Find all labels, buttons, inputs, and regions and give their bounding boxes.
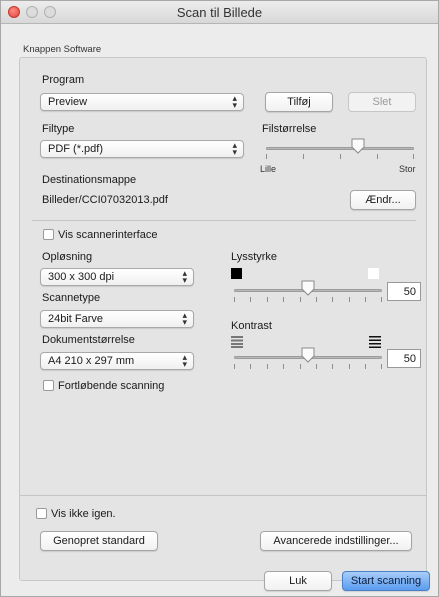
filetype-selected: PDF (*.pdf): [48, 143, 104, 155]
destination-path: Billeder/CCI07032013.pdf: [42, 194, 168, 206]
popup-arrows-icon: ▴ ▾: [182, 352, 187, 369]
filesize-slider-track[interactable]: [266, 147, 414, 150]
checkbox-box[interactable]: [43, 229, 54, 240]
brightness-slider-ticks: [234, 297, 382, 303]
filesize-slider-ticks: [266, 154, 414, 160]
slider-thumb-icon[interactable]: [351, 138, 365, 154]
add-program-button[interactable]: Tilføj: [265, 92, 333, 112]
continuous-scan-checkbox[interactable]: Fortløbende scanning: [43, 380, 164, 394]
brightness-value-field[interactable]: 50: [387, 282, 421, 301]
contrast-low-icon: [231, 336, 243, 348]
title-bar: Scan til Billede: [1, 1, 438, 24]
continuous-scan-label: Fortløbende scanning: [58, 380, 165, 392]
delete-program-button[interactable]: Slet: [348, 92, 416, 112]
brightness-label: Lysstyrke: [231, 251, 278, 263]
filesize-min-label: Lille: [260, 164, 277, 174]
advanced-settings-button[interactable]: Avancerede indstillinger...: [260, 531, 412, 551]
document-size-selected: A4 210 x 297 mm: [48, 355, 135, 367]
separator: [20, 495, 426, 496]
dont-show-again-checkbox[interactable]: Vis ikke igen.: [36, 508, 116, 522]
contrast-value-field[interactable]: 50: [387, 349, 421, 368]
document-size-label: Dokumentstørrelse: [42, 334, 135, 346]
change-destination-button[interactable]: Ændr...: [350, 190, 416, 210]
scan-type-label: Scannetype: [42, 292, 101, 304]
settings-group: Program Preview ▴ ▾ Tilføj Slet Filtype P…: [19, 57, 427, 581]
popup-arrows-icon: ▴ ▾: [232, 93, 237, 110]
resolution-select[interactable]: 300 x 300 dpi ▴ ▾: [40, 268, 194, 286]
filesize-max-label: Stor: [399, 164, 416, 174]
scan-to-image-window: Scan til Billede Knappen Software Progra…: [0, 0, 439, 597]
start-scanning-button[interactable]: Start scanning: [342, 571, 430, 591]
program-label: Program: [42, 74, 85, 86]
dont-show-again-label: Vis ikke igen.: [51, 508, 116, 520]
scan-type-selected: 24bit Farve: [48, 313, 104, 325]
program-select[interactable]: Preview ▴ ▾: [40, 93, 244, 111]
restore-defaults-button[interactable]: Genopret standard: [40, 531, 158, 551]
resolution-selected: 300 x 300 dpi: [48, 271, 115, 283]
program-selected: Preview: [48, 96, 88, 108]
filesize-label: Filstørrelse: [262, 123, 317, 135]
slider-thumb-icon[interactable]: [301, 347, 315, 363]
popup-arrows-icon: ▴ ▾: [232, 140, 237, 157]
contrast-slider-ticks: [234, 364, 382, 370]
checkbox-box[interactable]: [36, 508, 47, 519]
contrast-label: Kontrast: [231, 320, 272, 332]
group-label: Knappen Software: [23, 44, 102, 55]
filetype-select[interactable]: PDF (*.pdf) ▴ ▾: [40, 140, 244, 158]
filetype-label: Filtype: [42, 123, 75, 135]
slider-thumb-icon[interactable]: [301, 280, 315, 296]
show-scanner-interface-checkbox[interactable]: Vis scannerinterface: [43, 229, 157, 243]
separator: [32, 220, 416, 221]
white-square-icon: [368, 268, 379, 279]
scan-type-select[interactable]: 24bit Farve ▴ ▾: [40, 310, 194, 328]
checkbox-box[interactable]: [43, 380, 54, 391]
document-size-select[interactable]: A4 210 x 297 mm ▴ ▾: [40, 352, 194, 370]
popup-arrows-icon: ▴ ▾: [182, 310, 187, 327]
contrast-high-icon: [369, 336, 381, 348]
show-scanner-interface-label: Vis scannerinterface: [58, 229, 158, 241]
popup-arrows-icon: ▴ ▾: [182, 268, 187, 285]
close-button[interactable]: Luk: [264, 571, 332, 591]
resolution-label: Opløsning: [42, 251, 93, 263]
destination-label: Destinationsmappe: [42, 174, 137, 186]
window-title: Scan til Billede: [176, 5, 263, 20]
black-square-icon: [231, 268, 242, 279]
